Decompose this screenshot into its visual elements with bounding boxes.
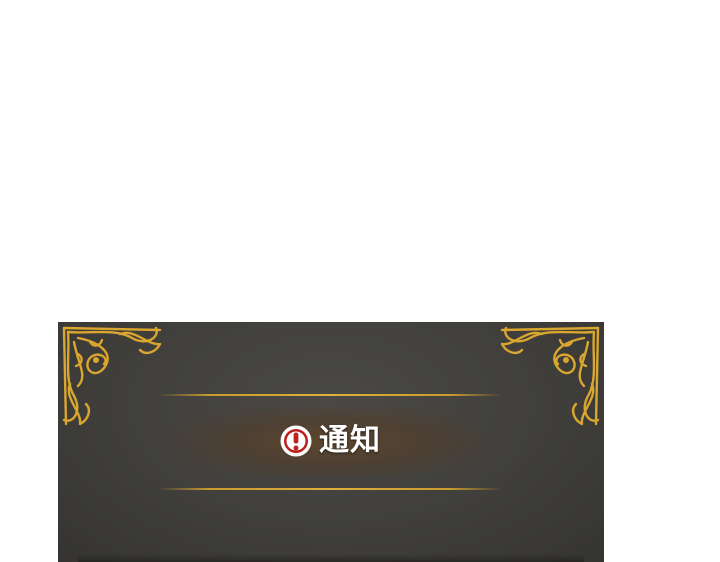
- title-banner: 通知: [158, 394, 502, 490]
- cropped-content-shadow: [78, 554, 584, 562]
- ornament-corner-top-left: [62, 326, 162, 426]
- ornament-corner-top-right: [500, 326, 600, 426]
- dialog-title: 通知: [158, 424, 502, 458]
- banner-bottom-line: [158, 488, 502, 490]
- notification-dialog: 通知: [58, 322, 604, 562]
- exclamation-circle-icon: [280, 425, 312, 457]
- title-text: 通知: [319, 423, 381, 458]
- banner-top-line: [158, 394, 502, 396]
